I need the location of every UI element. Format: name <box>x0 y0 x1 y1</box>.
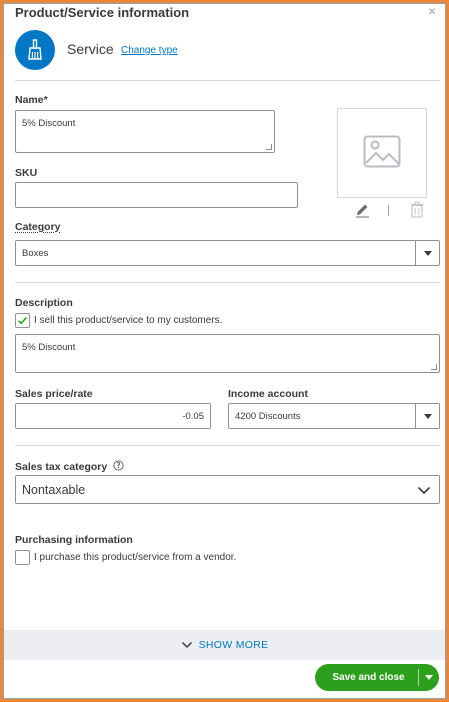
income-account-select[interactable]: 4200 Discounts <box>228 403 440 429</box>
sales-tax-label-text: Sales tax category <box>15 461 108 473</box>
trash-icon[interactable] <box>409 201 425 218</box>
caret-down-icon <box>425 675 433 680</box>
purchase-checkbox[interactable] <box>15 550 30 565</box>
sales-tax-select[interactable]: Nontaxable <box>15 475 440 504</box>
income-account-dropdown-button[interactable] <box>415 404 439 428</box>
divider <box>15 445 440 446</box>
help-icon[interactable]: ? <box>113 460 124 471</box>
purchasing-label: Purchasing information <box>15 534 133 546</box>
change-type-link[interactable]: Change type <box>121 45 178 56</box>
pencil-icon[interactable] <box>354 202 370 218</box>
sales-tax-value: Nontaxable <box>22 483 86 497</box>
image-placeholder-icon <box>363 135 401 168</box>
category-label: Category <box>15 221 61 233</box>
income-account-value: 4200 Discounts <box>235 411 301 422</box>
sales-description-field[interactable]: 5% Discount <box>15 334 440 373</box>
action-separator <box>388 205 389 216</box>
chevron-down-icon <box>423 250 432 256</box>
purchase-checkbox-label: I purchase this product/service from a v… <box>34 552 237 563</box>
show-more-label: SHOW MORE <box>198 639 269 651</box>
sell-checkbox[interactable] <box>15 313 30 328</box>
sales-description-value: 5% Discount <box>22 342 76 353</box>
chevron-down-icon <box>181 641 192 649</box>
save-and-close-label[interactable]: Save and close <box>315 672 418 683</box>
chevron-down-icon <box>423 413 432 419</box>
panel-title: Product/Service information <box>15 5 190 20</box>
checkmark-icon <box>17 316 28 325</box>
svg-text:?: ? <box>116 461 120 470</box>
name-field[interactable]: 5% Discount <box>15 110 275 153</box>
divider <box>15 80 440 81</box>
resize-grip-icon[interactable] <box>431 364 437 370</box>
sell-checkbox-label: I sell this product/service to my custom… <box>34 315 223 326</box>
sales-tax-label: Sales tax category ? <box>15 460 124 473</box>
type-label: Service <box>67 41 114 57</box>
sku-field[interactable] <box>15 182 298 208</box>
category-value: Boxes <box>22 248 49 259</box>
broom-icon <box>28 39 42 60</box>
save-options-button[interactable] <box>419 675 439 680</box>
sales-price-value: -0.05 <box>182 411 204 422</box>
close-icon[interactable]: × <box>428 3 436 19</box>
chevron-down-icon <box>417 486 431 495</box>
sales-price-field[interactable]: -0.05 <box>15 403 211 429</box>
sales-price-label: Sales price/rate <box>15 388 93 400</box>
name-label: Name* <box>15 94 48 106</box>
description-label: Description <box>15 297 73 309</box>
show-more-button[interactable]: SHOW MORE <box>4 630 445 660</box>
image-upload-box[interactable] <box>337 108 427 198</box>
divider <box>15 282 440 283</box>
sku-label: SKU <box>15 167 38 179</box>
category-dropdown-button[interactable] <box>415 241 439 265</box>
resize-grip-icon[interactable] <box>266 144 272 150</box>
name-value: 5% Discount <box>22 118 76 129</box>
save-and-close-button[interactable]: Save and close <box>315 664 439 691</box>
category-select[interactable]: Boxes <box>15 240 440 266</box>
service-type-badge <box>15 30 55 70</box>
income-account-label: Income account <box>228 388 308 400</box>
